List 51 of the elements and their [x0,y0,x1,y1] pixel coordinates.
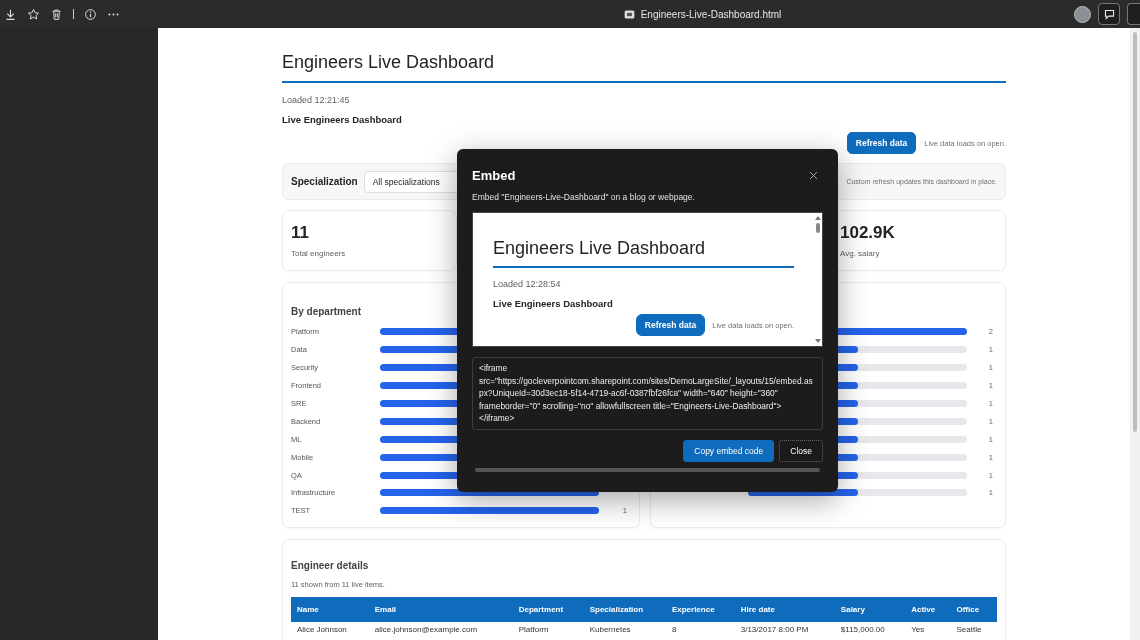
refresh-button[interactable]: Refresh data [635,314,706,336]
column-header: Department [512,597,584,622]
scrollbar[interactable] [1130,28,1140,640]
table-cell: Seattle [950,622,997,637]
stat-label: Avg. salary [840,249,881,258]
download-icon[interactable] [4,7,17,21]
stat-value: 102.9K [840,223,896,243]
column-header: Name [291,597,369,622]
refresh-button[interactable]: Refresh data [846,132,917,154]
dialog-description: Embed "Engineers-Live-Dashboard" on a blog or webpage. [472,192,696,202]
table-cell: Yes [905,622,951,637]
loaded-time: Loaded 12:28:54 [493,279,562,289]
column-header: Email [368,597,513,622]
dashboard-subtitle: Live Engineers Dashboard [493,298,614,309]
column-header: Office [950,597,997,622]
column-header: Experience [665,597,735,622]
star-icon[interactable] [27,7,40,21]
table-cell: 3/13/2017 8:00 PM [734,622,835,637]
comment-icon [1102,7,1116,21]
scrollbar[interactable] [475,468,820,472]
table-cell: Platform [512,622,584,637]
table-cell: alice.johnson@example.com [368,622,513,637]
delete-icon[interactable] [50,7,63,21]
info-icon[interactable] [84,7,97,21]
avatar[interactable] [1074,5,1091,23]
toolbar-button[interactable] [1127,3,1140,25]
preview-title: Engineers Live Dashboard [493,213,794,268]
table-title: Engineer details [291,560,370,571]
stat-value: 11 [291,223,310,243]
column-header: Active [905,597,951,622]
copy-button[interactable]: Copy embed code [683,440,775,462]
filter-label: Specialization [291,176,358,187]
column-header: Specialization [583,597,666,622]
loaded-time: Loaded 12:21:45 [282,95,351,105]
dashboard-subtitle: Live Engineers Dashboard [282,114,403,125]
comment-button[interactable] [1098,3,1120,25]
close-icon[interactable] [808,170,819,181]
embed-code-field[interactable]: <iframe src="https://gocleverpointcom.sharepoint.com/sites/DemoLargeSite/_layouts/15/embed.aspx?UniqueId=30d3ec18-5f14-4719-ac6f-0387fbf26fca" width="640" height="360" frameborder="0" scrolling="no" allowfullscreen title="Engineers-Live-Dashboard"></iframe> [472,357,823,430]
close-button[interactable]: Close [779,440,823,462]
table-cell: Kubernetes [583,622,666,637]
page-title: Engineers Live Dashboard [282,28,1006,83]
stat-label: Total engineers [291,249,347,258]
column-header: Hire date [734,597,835,622]
chart-title: By department [291,306,362,318]
tab-title: Engineers-Live-Dashboard.html [640,8,782,20]
file-icon [622,7,636,21]
table-cell: Alice Johnson [291,622,369,637]
table-cell: 8 [665,622,735,637]
column-header: Salary [834,597,906,622]
table-cell: $115,000.00 [834,622,906,637]
dialog-title: Embed [472,168,516,183]
